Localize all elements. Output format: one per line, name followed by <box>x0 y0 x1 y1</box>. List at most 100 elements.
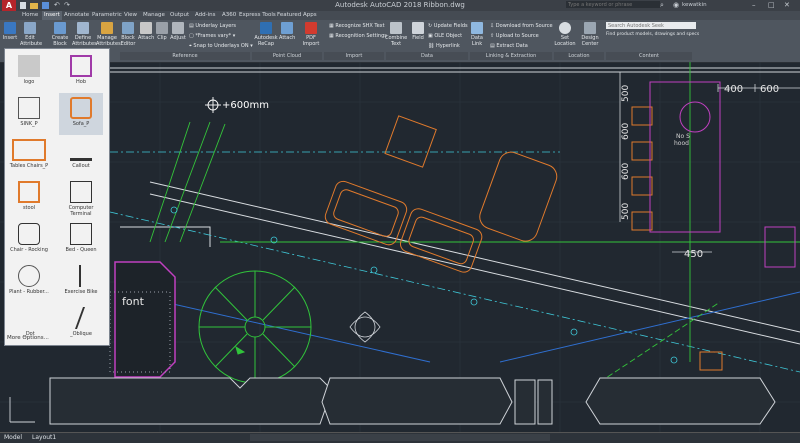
ribbon: Insert Edit Attribute Create Block Defin… <box>0 20 800 63</box>
tab-annotate[interactable]: Annotate <box>64 11 89 20</box>
field-button[interactable]: Field <box>410 22 426 41</box>
title-bar: A ↶ ↷ Autodesk AutoCAD 2018 Ribbon.dwg ⌕… <box>0 0 800 11</box>
insert-button[interactable]: Insert <box>1 22 19 41</box>
insert-block-icon <box>4 22 16 34</box>
tab-parametric[interactable]: Parametric <box>92 11 122 20</box>
palette-item-bed-queen[interactable]: Bed - Queen <box>59 219 103 261</box>
data-link-button[interactable]: Data Link <box>469 22 485 47</box>
panel-label-data[interactable]: Data <box>386 52 468 60</box>
snap-underlays-item[interactable]: ⌖ Snap to Underlays ON ▾ <box>189 43 253 49</box>
more-options-link[interactable]: More Options... <box>7 335 49 341</box>
ribbon-tabs: Home Insert Annotate Parametric View Man… <box>0 11 800 20</box>
search-icon[interactable]: ⌕ <box>660 0 664 11</box>
tab-layout1[interactable]: Layout1 <box>32 433 56 442</box>
bed-thumbnail-icon <box>70 223 92 245</box>
frames-vary-item[interactable]: ▢ *Frames vary* ▾ <box>189 33 235 39</box>
set-location-button[interactable]: Set Location <box>554 22 576 47</box>
edit-attribute-icon <box>24 22 36 34</box>
palette-item-callout[interactable]: Callout <box>59 135 103 177</box>
update-fields-item[interactable]: ↻ Update Fields <box>428 23 468 29</box>
extract-data-item[interactable]: ▤ Extract Data <box>490 43 528 49</box>
hyperlink-item[interactable]: ⛓ Hyperlink <box>428 43 460 49</box>
block-palette: logo Hob SINK_P Sofa_P Tables Chairs_P C… <box>4 48 110 346</box>
seek-search-input[interactable] <box>606 22 696 29</box>
panel-label-location[interactable]: Location <box>554 52 604 60</box>
tab-express-tools[interactable]: Express Tools <box>239 11 276 20</box>
vdim-1: 500 <box>621 85 631 102</box>
panel-label-content[interactable]: Content <box>606 52 692 60</box>
open-icon[interactable] <box>30 3 38 9</box>
palette-item-stool[interactable]: stool <box>7 177 51 219</box>
block-editor-button[interactable]: Block Editor <box>119 22 137 47</box>
user-name[interactable]: kewatkin <box>682 0 707 11</box>
design-center-button[interactable]: Design Center <box>578 22 602 47</box>
oblique-thumbnail-icon <box>74 307 90 329</box>
dot-thumbnail-icon <box>18 307 40 329</box>
recognition-settings-item[interactable]: ▦ Recognition Settings <box>329 33 387 39</box>
panel-label-reference[interactable]: Reference <box>120 52 250 60</box>
clip-icon <box>156 22 168 34</box>
edit-attribute-button[interactable]: Edit Attribute <box>20 22 42 47</box>
palette-item-exercise-bike[interactable]: Exercise Bike <box>59 261 103 303</box>
drawing-canvas[interactable]: font 400 600 450 500 600 600 500 No S ho… <box>0 62 800 432</box>
undo-icon[interactable]: ↶ <box>54 0 60 11</box>
palette-item-computer-terminal[interactable]: Computer Terminal <box>59 177 103 219</box>
define-attributes-button[interactable]: Define Attributes <box>72 22 97 47</box>
user-icon[interactable]: ◉ <box>673 0 679 11</box>
palette-item-tables-chairs[interactable]: Tables Chairs_P <box>7 135 51 177</box>
hob-thumbnail-icon <box>70 55 92 77</box>
autodesk-recap-button[interactable]: Autodesk ReCap <box>254 22 278 47</box>
recognize-shx-item[interactable]: ▦ Recognize SHX Text <box>329 23 385 29</box>
palette-item-plant-rubber[interactable]: Plant - Rubber... <box>7 261 51 303</box>
palette-item-oblique[interactable]: _Oblique <box>59 303 103 345</box>
point-cloud-attach-button[interactable]: Attach <box>279 22 295 41</box>
bottom-counter <box>49 377 776 425</box>
tab-featured-apps[interactable]: Featured Apps <box>277 11 317 20</box>
search-input[interactable] <box>566 1 660 8</box>
maximize-button[interactable]: □ <box>768 0 775 11</box>
adjust-button[interactable]: Adjust <box>170 22 186 41</box>
upload-source-item[interactable]: ⇧ Upload to Source <box>490 33 539 39</box>
status-bar: Model Layout1 <box>0 432 800 443</box>
download-source-item[interactable]: ⇩ Download from Source <box>490 23 553 29</box>
dim-400: 400 <box>724 84 743 95</box>
manage-attributes-button[interactable]: Manage Attributes <box>96 22 121 47</box>
ole-object-item[interactable]: ▣ OLE Object <box>428 33 462 39</box>
tab-insert[interactable]: Insert <box>42 11 62 20</box>
palette-item-logo[interactable]: logo <box>7 51 51 93</box>
clip-button[interactable]: Clip <box>155 22 169 41</box>
tab-output[interactable]: Output <box>170 11 189 20</box>
palette-item-sink[interactable]: SINK_P <box>7 93 51 135</box>
create-block-button[interactable]: Create Block <box>51 22 69 47</box>
combine-text-button[interactable]: Combine Text <box>385 22 407 47</box>
new-icon[interactable] <box>20 2 26 9</box>
tab-a360[interactable]: A360 <box>222 11 236 20</box>
dim-450: 450 <box>684 249 703 260</box>
sink-thumbnail-icon <box>18 97 40 119</box>
tab-home[interactable]: Home <box>22 11 38 20</box>
pdf-import-button[interactable]: PDF Import <box>300 22 322 47</box>
panel-label-linking[interactable]: Linking & Extraction <box>470 52 552 60</box>
plant-symbol <box>349 311 381 343</box>
palette-item-chair-rocking[interactable]: Chair - Rocking <box>7 219 51 261</box>
underlay-layers-item[interactable]: ▤ Underlay Layers <box>189 23 236 29</box>
save-icon[interactable] <box>42 2 49 9</box>
define-attributes-icon <box>77 22 89 34</box>
tab-model[interactable]: Model <box>4 433 22 442</box>
spiral-staircase <box>198 270 312 384</box>
minimize-button[interactable]: – <box>752 0 756 11</box>
tab-manage[interactable]: Manage <box>143 11 165 20</box>
palette-item-hob[interactable]: Hob <box>59 51 103 93</box>
panel-label-point-cloud[interactable]: Point Cloud <box>252 52 322 60</box>
close-button[interactable]: ✕ <box>784 0 790 11</box>
redo-icon[interactable]: ↷ <box>64 0 70 11</box>
palette-item-sofa[interactable]: Sofa_P <box>59 93 103 135</box>
tab-addins[interactable]: Add-ins <box>195 11 216 20</box>
vdim-4: 500 <box>621 203 631 220</box>
app-logo[interactable]: A <box>2 0 16 11</box>
tab-view[interactable]: View <box>124 11 137 20</box>
panel-label-import[interactable]: Import <box>324 52 384 60</box>
attach-button[interactable]: Attach <box>138 22 154 41</box>
exercise-bike-thumbnail-icon <box>79 265 85 287</box>
command-line[interactable] <box>250 434 550 441</box>
